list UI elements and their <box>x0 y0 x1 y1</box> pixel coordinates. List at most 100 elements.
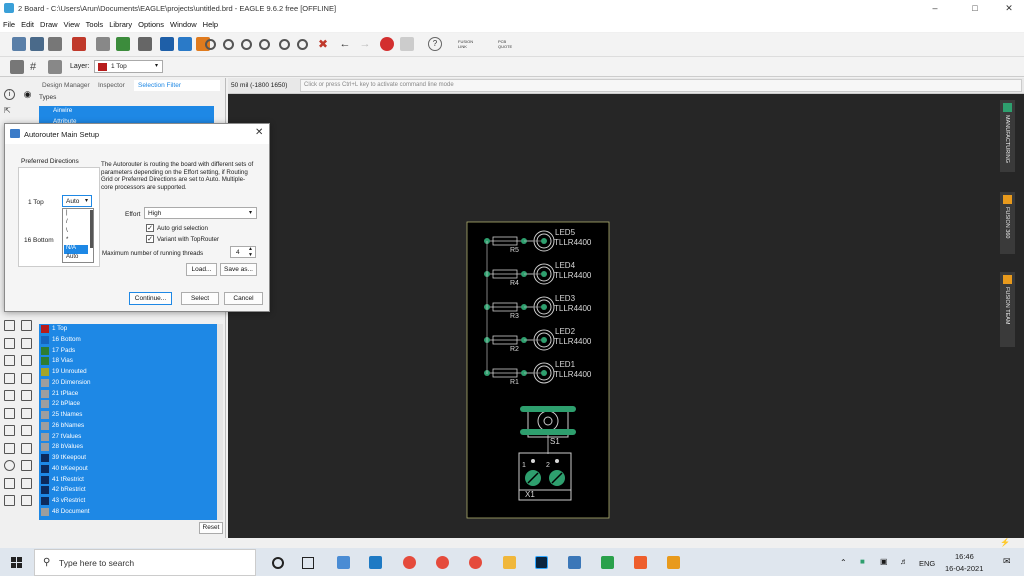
zoom-in-icon[interactable] <box>223 39 234 50</box>
clock-date[interactable]: 16-04-2021 <box>945 564 983 573</box>
layer-select[interactable]: 1 Top ▾ <box>94 60 163 73</box>
select-tool-icon[interactable]: ⇱ <box>4 106 16 116</box>
dropdown-option[interactable]: Auto <box>64 254 88 262</box>
threads-spinbox[interactable]: 4 ▲ ▼ <box>230 246 256 258</box>
menu-view[interactable]: View <box>64 20 80 29</box>
dropdown-option[interactable]: | <box>64 210 88 218</box>
language-indicator[interactable]: ENG <box>919 559 935 568</box>
grid-icon[interactable]: # <box>30 60 44 74</box>
layer-row[interactable]: 27 tValues <box>39 432 217 443</box>
menu-window[interactable]: Window <box>170 20 197 29</box>
tab-inspector[interactable]: Inspector <box>94 80 129 91</box>
taskbar-app-edge-icon[interactable] <box>369 556 382 569</box>
side-tab-fusion-team[interactable]: FUSION TEAM <box>1000 272 1015 347</box>
menu-options[interactable]: Options <box>138 20 164 29</box>
dimension-icon[interactable] <box>4 495 15 506</box>
help-icon[interactable]: ? <box>428 37 442 51</box>
tab-design-manager[interactable]: Design Manager <box>38 80 94 91</box>
rect-icon[interactable] <box>21 460 32 471</box>
minimize-button[interactable]: – <box>920 0 950 16</box>
layer-row[interactable]: 18 Vias <box>39 356 217 367</box>
open-icon[interactable] <box>12 37 26 51</box>
layer-row[interactable]: 19 Unrouted <box>39 367 217 378</box>
save-icon[interactable] <box>30 37 44 51</box>
zoom-out-icon[interactable] <box>241 39 252 50</box>
taskbar-app-mail-icon[interactable] <box>337 556 350 569</box>
taskbar-app-eagle-icon[interactable] <box>667 556 680 569</box>
dropdown-option[interactable]: \ <box>64 228 88 236</box>
reset-button[interactable]: Reset <box>199 522 223 534</box>
tab-selection-filter[interactable]: Selection Filter <box>134 80 220 91</box>
side-tab-manufacturing[interactable]: MANUFACTURING <box>1000 100 1015 172</box>
paste-icon[interactable] <box>21 372 32 384</box>
zoom-fit-icon[interactable] <box>205 39 216 50</box>
variant-checkbox[interactable]: ✓ <box>146 235 154 243</box>
ratsnest-icon[interactable]: ✖ <box>316 37 330 51</box>
lock-icon[interactable] <box>4 407 15 419</box>
undo-icon[interactable]: ← <box>338 37 352 51</box>
layer-row[interactable]: 40 bKeepout <box>39 464 217 475</box>
taskbar-app-chrome-icon[interactable] <box>436 556 449 569</box>
layer-row[interactable]: 21 tPlace <box>39 389 217 400</box>
layer-row[interactable]: 20 Dimension <box>39 378 217 389</box>
filter-icon[interactable] <box>48 60 62 74</box>
cortana-icon[interactable] <box>272 557 284 569</box>
copy-icon[interactable] <box>4 320 15 331</box>
chevron-up-icon[interactable]: ⌃ <box>840 558 847 567</box>
auto-grid-checkbox[interactable]: ✓ <box>146 224 154 232</box>
layer-row[interactable]: 42 bRestrict <box>39 485 217 496</box>
type-item-airwire[interactable]: Airwire <box>39 106 214 117</box>
grid-tool-icon[interactable] <box>10 60 24 74</box>
layer-row[interactable]: 43 vRestrict <box>39 496 217 507</box>
optimize-icon[interactable] <box>21 407 32 419</box>
continue-button[interactable]: Continue... <box>129 292 172 305</box>
fusion-link-button[interactable]: FUSION LINK <box>458 39 478 51</box>
align-icon[interactable] <box>4 355 15 366</box>
taskbar-app-photos-icon[interactable] <box>568 556 581 569</box>
menu-file[interactable]: File <box>3 20 15 29</box>
delete-icon[interactable] <box>4 390 15 401</box>
taskbar-app-explorer-icon[interactable] <box>503 556 516 569</box>
line-icon[interactable] <box>4 442 15 454</box>
arc-icon[interactable] <box>21 442 32 454</box>
network-icon[interactable]: ▣ <box>880 557 888 566</box>
cancel-button[interactable]: Cancel <box>224 292 263 305</box>
zoom-redraw-icon[interactable] <box>279 39 290 50</box>
hole-icon[interactable] <box>21 495 32 506</box>
menu-library[interactable]: Library <box>109 20 132 29</box>
volume-icon[interactable]: ♬ <box>900 557 908 566</box>
taskbar-app-chrome-icon[interactable] <box>469 556 482 569</box>
split-icon[interactable] <box>21 390 32 401</box>
eye-icon[interactable]: ◉ <box>21 89 34 100</box>
taskbar-app-orange-icon[interactable] <box>634 556 647 569</box>
layer-row[interactable]: 1 Top <box>39 324 217 335</box>
mirror-icon[interactable] <box>4 337 15 349</box>
layer-row[interactable]: 28 bValues <box>39 442 217 453</box>
taskbar-app-chrome-icon[interactable] <box>403 556 416 569</box>
rotate-icon[interactable] <box>21 337 32 349</box>
group-icon[interactable] <box>21 355 32 366</box>
layer-row[interactable]: 39 tKeepout <box>39 453 217 464</box>
taskbar-app-photoshop-icon[interactable] <box>535 556 548 569</box>
layer-row[interactable]: 25 tNames <box>39 410 217 421</box>
command-line-input[interactable]: Click or press Ctrl+L key to activate co… <box>300 79 1022 92</box>
miter-icon[interactable] <box>4 425 15 436</box>
board-canvas[interactable]: LED5 TLLR4400 R5 LED4 TLLR4400 R4 LED3 TLLR4400… <box>228 94 1024 539</box>
pcb-quote-button[interactable]: PCB QUOTE <box>498 39 518 51</box>
run-ulp-icon[interactable] <box>178 37 192 51</box>
redo-icon[interactable]: → <box>358 37 372 51</box>
stop-icon[interactable] <box>380 37 394 51</box>
dropdown-option[interactable]: / <box>64 219 88 227</box>
menu-edit[interactable]: Edit <box>21 20 34 29</box>
side-tab-fusion-360[interactable]: FUSION 360 <box>1000 192 1015 254</box>
task-view-icon[interactable] <box>302 557 314 569</box>
go-icon[interactable] <box>400 37 414 51</box>
layer-row[interactable]: 17 Pads <box>39 346 217 357</box>
cam-icon[interactable] <box>72 37 86 51</box>
script-icon[interactable] <box>160 37 174 51</box>
print-icon[interactable] <box>48 37 62 51</box>
taskbar-app-camtasia-icon[interactable] <box>601 556 614 569</box>
maximize-button[interactable]: □ <box>960 0 990 16</box>
clock-time[interactable]: 16:46 <box>955 552 974 561</box>
layer-row[interactable]: 22 bPlace <box>39 399 217 410</box>
